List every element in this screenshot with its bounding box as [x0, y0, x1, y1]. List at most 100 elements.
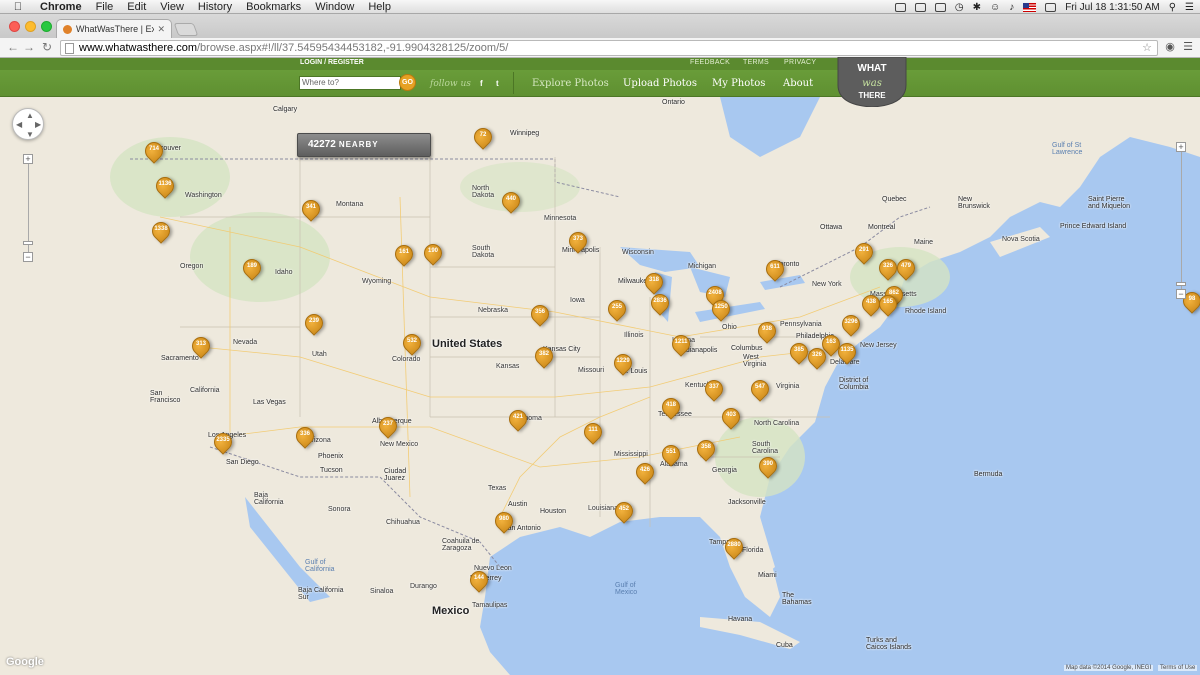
photo-cluster-pin[interactable]: 161 — [391, 241, 417, 267]
pan-control[interactable]: ▲ ▼ ◀ ▶ — [12, 108, 44, 140]
photo-cluster-pin[interactable]: 938 — [754, 318, 780, 344]
feedback-link[interactable]: FEEDBACK — [690, 59, 730, 66]
nav-explore-photos[interactable]: Explore Photos — [532, 78, 609, 89]
pan-down-icon[interactable]: ▼ — [26, 130, 34, 139]
menu-view[interactable]: View — [160, 1, 184, 13]
bookmark-star-icon[interactable]: ☆ — [1142, 41, 1152, 54]
photo-cluster-pin[interactable]: 403 — [718, 404, 744, 430]
photo-cluster-pin[interactable]: 318 — [641, 269, 667, 295]
spotlight-icon[interactable]: ⚲ — [1169, 2, 1176, 13]
dropbox-icon[interactable] — [934, 2, 946, 12]
menu-file[interactable]: File — [96, 1, 114, 13]
photo-cluster-pin[interactable]: 373 — [565, 228, 591, 254]
new-tab-button[interactable] — [173, 23, 199, 36]
skype-icon[interactable] — [914, 2, 926, 12]
photo-cluster-pin[interactable]: 111 — [580, 419, 606, 445]
twitter-icon[interactable]: t — [496, 79, 499, 88]
whatwasthere-logo[interactable]: WHAT was THERE — [836, 57, 908, 107]
photo-cluster-pin[interactable]: 237 — [375, 413, 401, 439]
zoom-track-left[interactable] — [28, 160, 29, 260]
photo-cluster-pin[interactable]: 3296 — [838, 311, 864, 337]
photo-cluster-pin[interactable]: 291 — [851, 239, 877, 265]
photo-cluster-pin[interactable]: 1338 — [148, 218, 174, 244]
photo-cluster-pin[interactable]: 611 — [762, 256, 788, 282]
close-tab-icon[interactable]: ✕ — [157, 24, 165, 35]
nav-about[interactable]: About — [783, 78, 813, 89]
zoom-out-button-left[interactable]: − — [23, 252, 33, 262]
photo-cluster-pin[interactable]: 239 — [301, 310, 327, 336]
photo-cluster-pin[interactable]: 72 — [470, 124, 496, 150]
privacy-link[interactable]: PRIVACY — [784, 59, 816, 66]
minimize-window-button[interactable] — [25, 21, 36, 32]
extension-icon[interactable]: ◉ — [1164, 41, 1176, 54]
apple-icon[interactable]:  — [10, 1, 26, 13]
close-window-button[interactable] — [9, 21, 20, 32]
photo-cluster-pin[interactable]: 551 — [658, 441, 684, 467]
photo-cluster-pin[interactable]: 714 — [141, 138, 167, 164]
photo-cluster-pin[interactable]: 2880 — [721, 534, 747, 560]
terms-of-use-link[interactable]: Terms of Use — [1158, 665, 1198, 671]
forward-icon[interactable]: → — [22, 40, 36, 55]
photo-cluster-pin[interactable]: 980 — [491, 508, 517, 534]
location-search-input[interactable]: Where to? — [299, 76, 401, 90]
zoom-window-button[interactable] — [41, 21, 52, 32]
photo-cluster-pin[interactable]: 532 — [399, 330, 425, 356]
menu-chrome[interactable]: Chrome — [40, 1, 82, 13]
photo-cluster-pin[interactable]: 189 — [239, 255, 265, 281]
photo-cluster-pin[interactable]: 326 — [804, 344, 830, 370]
photo-cluster-pin[interactable]: 1136 — [152, 173, 178, 199]
nav-my-photos[interactable]: My Photos — [712, 78, 765, 89]
zoom-in-button-left[interactable]: + — [23, 154, 33, 164]
photo-cluster-pin[interactable]: 313 — [188, 333, 214, 359]
zoom-track-right[interactable] — [1181, 148, 1182, 298]
map-canvas[interactable]: Calgary Winnipeg Ontario Vancouver Washi… — [0, 97, 1200, 675]
terms-link[interactable]: TERMS — [743, 59, 769, 66]
time-machine-icon[interactable]: ◷ — [955, 2, 964, 13]
menu-history[interactable]: History — [198, 1, 232, 13]
photo-cluster-pin[interactable]: 547 — [747, 376, 773, 402]
photo-cluster-pin[interactable]: 418 — [658, 394, 684, 420]
login-register-link[interactable]: LOGIN / REGISTER — [300, 59, 364, 66]
photo-cluster-pin[interactable]: 144 — [466, 567, 492, 593]
photo-cluster-pin[interactable]: 479 — [893, 255, 919, 281]
zoom-out-button-right[interactable]: − — [1176, 289, 1186, 299]
zoom-thumb-left[interactable] — [23, 241, 33, 245]
wifi-icon[interactable]: ☺ — [990, 2, 1000, 13]
chrome-menu-icon[interactable]: ☰ — [1182, 41, 1194, 54]
battery-icon[interactable] — [1045, 2, 1057, 12]
photo-cluster-pin[interactable]: 1211 — [668, 331, 694, 357]
browser-tab[interactable]: WhatWasThere | Explore P ✕ — [56, 19, 172, 38]
photo-cluster-pin[interactable]: 165 — [875, 291, 901, 317]
pan-up-icon[interactable]: ▲ — [26, 111, 34, 120]
menu-bookmarks[interactable]: Bookmarks — [246, 1, 301, 13]
facebook-icon[interactable]: f — [480, 79, 483, 88]
photo-cluster-pin[interactable]: 2335 — [210, 429, 236, 455]
reload-icon[interactable]: ↻ — [40, 40, 54, 55]
photo-cluster-pin[interactable]: 341 — [298, 196, 324, 222]
menu-window[interactable]: Window — [315, 1, 354, 13]
photo-cluster-pin[interactable]: 452 — [611, 498, 637, 524]
nav-upload-photos[interactable]: Upload Photos — [623, 78, 697, 89]
photo-cluster-pin[interactable]: 382 — [531, 343, 557, 369]
notification-center-icon[interactable]: ☰ — [1185, 2, 1194, 13]
menu-help[interactable]: Help — [368, 1, 391, 13]
status-icon[interactable] — [894, 2, 906, 12]
photo-cluster-pin[interactable]: 1135 — [834, 339, 860, 365]
photo-cluster-pin[interactable]: 358 — [693, 436, 719, 462]
photo-cluster-pin[interactable]: 426 — [632, 459, 658, 485]
photo-cluster-pin[interactable]: 336 — [292, 423, 318, 449]
photo-cluster-pin[interactable]: 2836 — [647, 290, 673, 316]
back-icon[interactable]: ← — [6, 40, 20, 55]
bluetooth-icon[interactable]: ✱ — [973, 2, 981, 13]
photo-cluster-pin[interactable]: 190 — [420, 240, 446, 266]
google-logo[interactable]: Google — [6, 656, 44, 668]
zoom-in-button-right[interactable]: + — [1176, 142, 1186, 152]
photo-cluster-pin[interactable]: 1250 — [708, 296, 734, 322]
volume-icon[interactable]: ♪ — [1009, 2, 1014, 13]
photo-cluster-pin[interactable]: 337 — [701, 376, 727, 402]
photo-cluster-pin[interactable]: 1229 — [610, 350, 636, 376]
photo-cluster-pin[interactable]: 421 — [505, 406, 531, 432]
pan-right-icon[interactable]: ▶ — [35, 120, 41, 129]
go-button[interactable]: GO — [399, 74, 416, 91]
menu-edit[interactable]: Edit — [127, 1, 146, 13]
